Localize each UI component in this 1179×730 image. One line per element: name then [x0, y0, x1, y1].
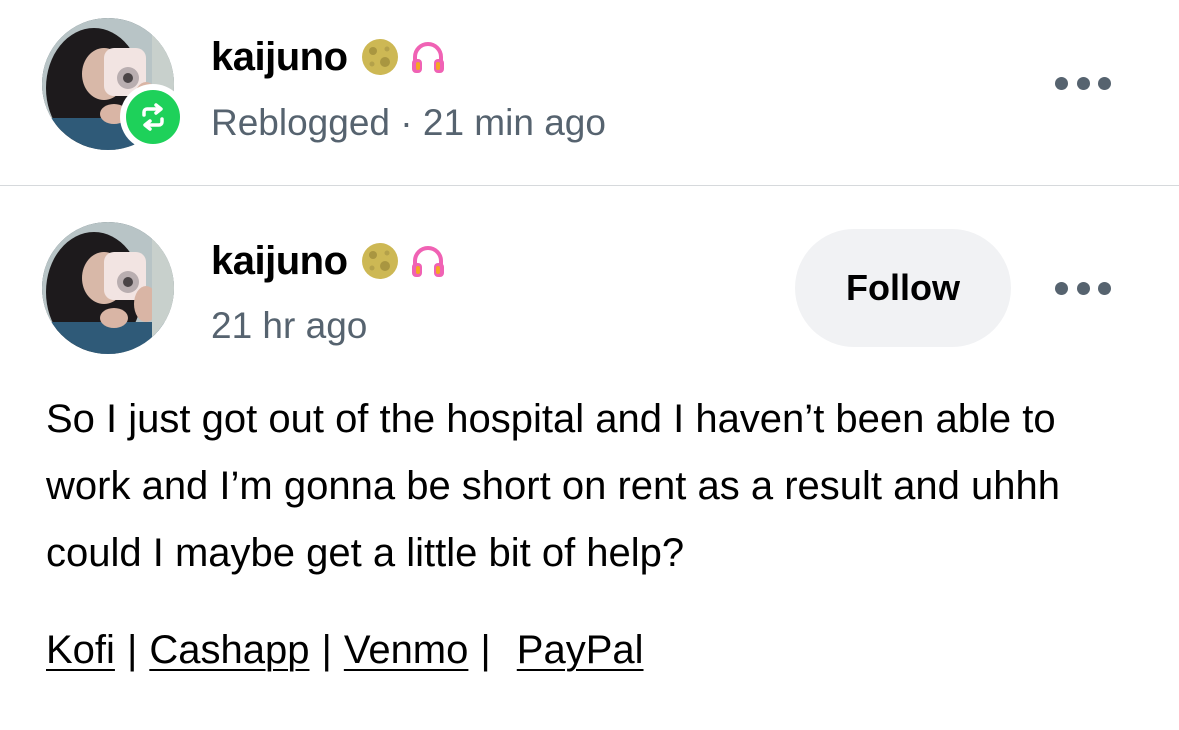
- post-body-text: So I just got out of the hospital and I …: [46, 397, 1060, 575]
- link-separator: |: [321, 628, 332, 672]
- reblog-time[interactable]: 21 min ago: [423, 102, 606, 143]
- more-options-icon[interactable]: [1055, 76, 1111, 90]
- link-separator: |: [480, 628, 491, 672]
- headphones-icon[interactable]: [408, 241, 448, 281]
- paypal-link[interactable]: PayPal: [517, 620, 644, 680]
- more-options-icon[interactable]: [1055, 281, 1111, 295]
- link-separator: |: [126, 628, 138, 672]
- payment-links: Kofi | Cashapp | Venmo | PayPal: [46, 620, 644, 680]
- reblogged-label: Reblogged: [211, 102, 390, 143]
- divider: [0, 185, 1179, 186]
- reblog-icon: [142, 103, 164, 131]
- follow-button[interactable]: Follow: [795, 229, 1011, 347]
- post-author-row: kaijuno: [211, 236, 448, 286]
- moon-icon[interactable]: [360, 241, 400, 281]
- reblogger-name-row: kaijuno: [211, 32, 448, 82]
- cashapp-link[interactable]: Cashapp: [149, 620, 309, 680]
- blog-name[interactable]: kaijuno: [211, 32, 348, 82]
- meta-separator: ·: [400, 102, 413, 143]
- reblog-meta: Reblogged · 21 min ago: [211, 101, 606, 145]
- moon-icon[interactable]: [360, 37, 400, 77]
- kofi-link[interactable]: Kofi: [46, 620, 115, 680]
- post-time[interactable]: 21 hr ago: [211, 304, 367, 348]
- post-blog-name[interactable]: kaijuno: [211, 236, 348, 286]
- reblog-header: kaijuno Reblogged · 21 min ago: [0, 0, 1179, 186]
- venmo-link[interactable]: Venmo: [344, 620, 469, 680]
- reblog-badge: [120, 84, 186, 150]
- post-avatar[interactable]: [42, 222, 174, 354]
- headphones-icon[interactable]: [408, 37, 448, 77]
